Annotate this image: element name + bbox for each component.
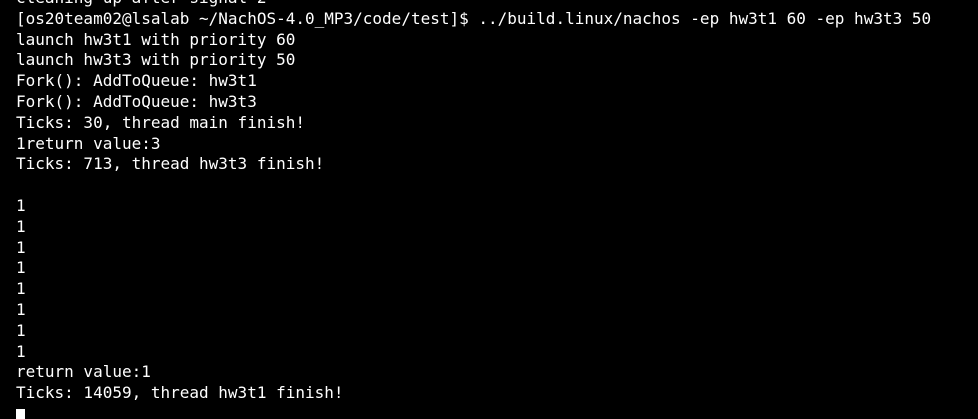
output-line: 1 [16,341,26,361]
output-line: Ticks: 14059, thread hw3t1 finish! [16,383,344,403]
output-line: cleaning up after signal 2 [16,0,931,9]
output-line: Fork(): AddToQueue: hw3t3 [16,91,257,111]
output-line: Ticks: 713, thread hw3t3 finish! [16,154,325,174]
text-cursor [16,409,25,419]
terminal-window[interactable]: cleaning up after signal 2 [os20team02@l… [0,0,978,419]
output-line: return value:1 [16,362,151,382]
output-line: 1 [16,299,26,319]
output-line: 1 [16,195,26,215]
output-line: 1 [16,258,26,278]
terminal-output: cleaning up after signal 2 [os20team02@l… [16,0,931,404]
output-line: 1 [16,279,26,299]
output-line: launch hw3t3 with priority 50 [16,50,296,70]
output-line: Fork(): AddToQueue: hw3t1 [16,71,257,91]
output-line: 1 [16,237,26,257]
output-line: 1 [16,216,26,236]
command-prompt-line: [os20team02@lsalab ~/NachOS-4.0_MP3/code… [16,8,932,28]
output-line: 1 [16,320,26,340]
output-line: 1return value:3 [16,133,161,153]
output-line: Ticks: 30, thread main finish! [16,112,305,132]
output-line: launch hw3t1 with priority 60 [16,29,296,49]
